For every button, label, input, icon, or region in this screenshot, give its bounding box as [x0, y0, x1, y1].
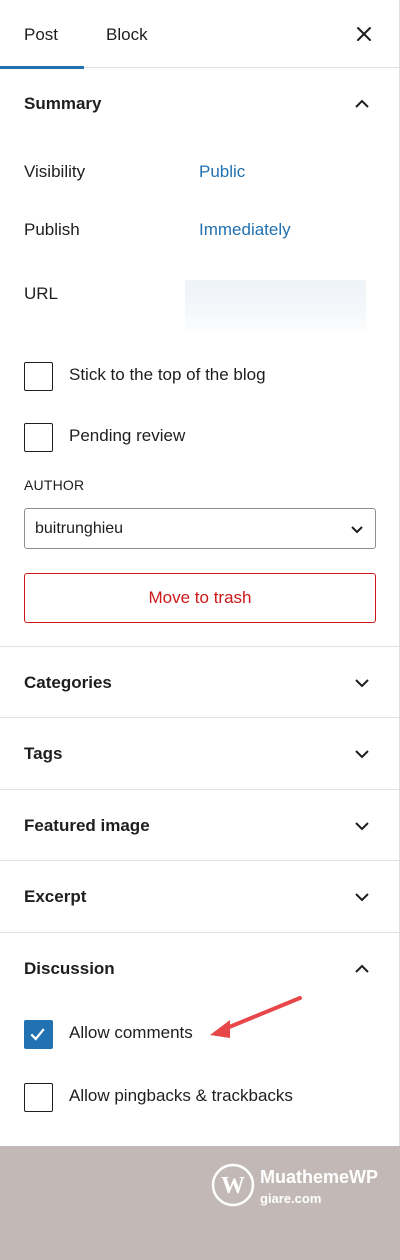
- move-to-trash-button[interactable]: Move to trash: [24, 573, 376, 623]
- featured-image-title: Featured image: [24, 816, 150, 835]
- publish-label: Publish: [24, 220, 80, 239]
- checkmark-icon: [30, 1028, 45, 1041]
- pending-review-checkbox-row[interactable]: Pending review: [24, 423, 224, 453]
- chevron-down-icon: [355, 893, 369, 902]
- chevron-down-icon: [355, 679, 369, 688]
- settings-sidebar: Post Block Summary Visibility Public Pub…: [0, 0, 400, 1146]
- excerpt-section-header[interactable]: Excerpt: [0, 861, 400, 933]
- allow-comments-checkbox-row[interactable]: Allow comments: [24, 1020, 214, 1050]
- url-value-redacted[interactable]: [185, 280, 366, 331]
- allow-pingbacks-checkbox[interactable]: [24, 1083, 53, 1112]
- summary-title: Summary: [24, 94, 102, 113]
- discussion-title: Discussion: [24, 959, 115, 978]
- visibility-value-link[interactable]: Public: [199, 162, 245, 182]
- tags-section-header[interactable]: Tags: [0, 718, 400, 790]
- stick-to-top-label: Stick to the top of the blog: [69, 365, 266, 384]
- author-select-value: buitrunghieu: [35, 520, 124, 537]
- url-label: URL: [24, 284, 59, 303]
- excerpt-title: Excerpt: [24, 887, 87, 906]
- chevron-up-icon: [355, 99, 369, 108]
- pending-review-checkbox[interactable]: [24, 423, 53, 452]
- allow-pingbacks-checkbox-row[interactable]: Allow pingbacks & trackbacks: [24, 1083, 324, 1113]
- stick-to-top-checkbox-row[interactable]: Stick to the top of the blog: [24, 362, 324, 392]
- pending-review-label: Pending review: [69, 426, 186, 445]
- chevron-down-icon: [355, 750, 369, 759]
- wordpress-logo-icon: W: [211, 1163, 255, 1207]
- allow-comments-label: Allow comments: [69, 1023, 193, 1042]
- chevron-down-icon: [355, 822, 369, 831]
- featured-image-section-header[interactable]: Featured image: [0, 790, 400, 862]
- watermark-brand: MuathemeWP: [260, 1167, 379, 1187]
- annotation-arrow-icon: [210, 996, 302, 1038]
- author-label: AUTHOR: [24, 477, 85, 493]
- publish-value-link[interactable]: Immediately: [199, 220, 291, 240]
- svg-text:W: W: [221, 1173, 245, 1199]
- watermark-footer: [0, 1146, 400, 1260]
- watermark-sub: giare.com: [260, 1191, 322, 1206]
- allow-comments-checkbox[interactable]: [24, 1020, 53, 1049]
- tags-title: Tags: [24, 744, 63, 763]
- chevron-down-icon: [351, 526, 363, 534]
- tab-block[interactable]: Block: [82, 0, 172, 68]
- allow-pingbacks-label: Allow pingbacks & trackbacks: [69, 1086, 293, 1105]
- stick-to-top-checkbox[interactable]: [24, 362, 53, 391]
- tab-block-label: Block: [106, 25, 148, 44]
- categories-title: Categories: [24, 673, 112, 692]
- tab-post-label: Post: [24, 25, 59, 44]
- categories-section-header[interactable]: Categories: [0, 647, 400, 719]
- chevron-up-icon: [355, 964, 369, 973]
- visibility-label: Visibility: [24, 162, 86, 181]
- close-icon[interactable]: [350, 20, 378, 48]
- tab-post[interactable]: Post: [0, 0, 84, 69]
- author-select[interactable]: buitrunghieu: [24, 508, 376, 549]
- summary-section-header[interactable]: Summary: [0, 68, 400, 140]
- sidebar-tabs: Post Block: [0, 0, 400, 69]
